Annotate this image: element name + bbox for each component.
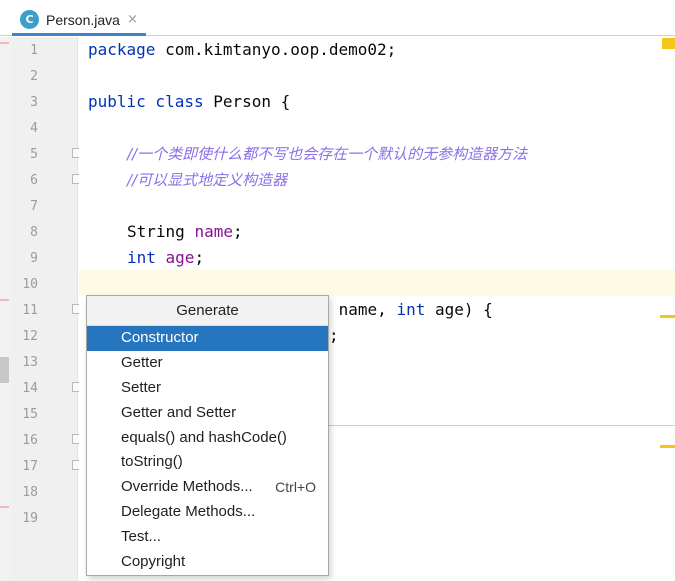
change-marker [0,506,9,508]
line-number: 11 [22,303,38,318]
change-marker [0,299,9,301]
shortcut-label: Ctrl+O [275,479,316,496]
java-class-icon: C [20,10,39,29]
line-number: 10 [22,277,38,292]
popup-title: Generate [87,296,328,326]
tab-label: Person.java [46,11,120,28]
menu-item-equals-hashcode[interactable]: equals() and hashCode() [87,426,328,451]
code-line-8[interactable]: String name; [127,219,243,245]
menu-item-setter[interactable]: Setter [87,376,328,401]
menu-item-getter-and-setter[interactable]: Getter and Setter [87,401,328,426]
menu-item-tostring[interactable]: toString() [87,450,328,475]
line-number: 5 [30,147,38,162]
menu-item-delegate-methods[interactable]: Delegate Methods... [87,500,328,525]
code-line-6-comment[interactable]: //可以显式地定义构造器 [127,167,287,193]
warning-marker[interactable] [662,38,675,49]
line-number: 14 [22,381,38,396]
line-number: 6 [30,173,38,188]
line-number: 13 [22,355,38,370]
close-icon[interactable]: × [127,12,138,27]
tab-person-java[interactable]: C Person.java × [12,4,146,35]
menu-item-constructor[interactable]: Constructor [87,326,328,351]
menu-item-test[interactable]: Test... [87,525,328,550]
active-tab-indicator [12,33,146,36]
current-line-highlight [79,270,675,296]
change-marker [0,42,9,44]
line-number: 2 [30,69,38,84]
scroll-thumb[interactable] [0,357,9,383]
line-number: 7 [30,199,38,214]
menu-item-copyright[interactable]: Copyright [87,550,328,575]
warning-stripe[interactable] [660,315,675,318]
code-line-3[interactable]: public class Person { [88,89,290,115]
line-number: 12 [22,329,38,344]
generate-popup: Generate Constructor Getter Setter Gette… [86,295,329,576]
code-line-11-partial[interactable]: name, int age) { [329,297,493,323]
line-number: 9 [30,251,38,266]
line-number: 8 [30,225,38,240]
line-number: 16 [22,433,38,448]
menu-item-override-methods[interactable]: Override Methods... Ctrl+O [87,475,328,500]
line-number: 17 [22,459,38,474]
left-tool-strip [0,37,10,581]
line-number: 3 [30,95,38,110]
line-number: 18 [22,485,38,500]
line-number: 1 [30,43,38,58]
code-line-9[interactable]: int age; [127,245,204,271]
editor-tab-bar: C Person.java × [0,0,675,36]
line-number: 15 [22,407,38,422]
code-line-5-comment[interactable]: //一个类即使什么都不写也会存在一个默认的无参构造器方法 [127,141,527,167]
line-number: 19 [22,511,38,526]
line-number: 4 [30,121,38,136]
code-line-12-partial[interactable]: ; [329,323,339,349]
warning-stripe[interactable] [660,445,675,448]
menu-item-getter[interactable]: Getter [87,351,328,376]
code-line-1[interactable]: package com.kimtanyo.oop.demo02; [88,37,396,63]
